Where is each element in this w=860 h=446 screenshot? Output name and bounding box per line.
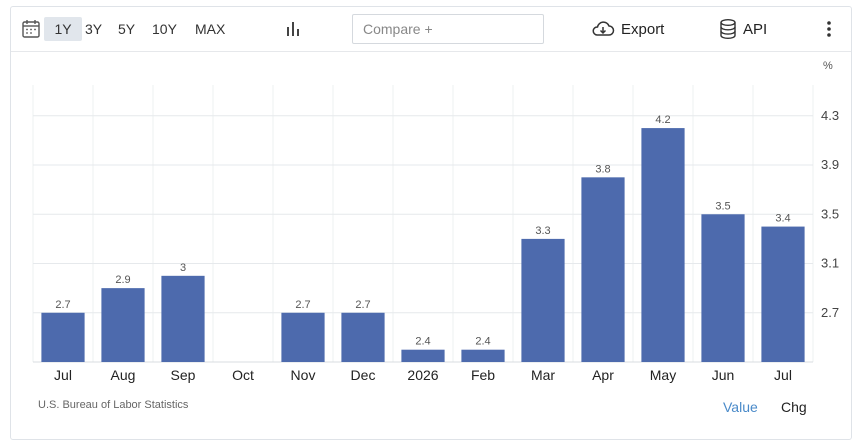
bar xyxy=(761,226,805,362)
bar xyxy=(641,128,685,362)
bar xyxy=(161,275,205,362)
y-tick-label: 3.1 xyxy=(821,256,839,271)
bar-value-label: 3.8 xyxy=(595,163,610,175)
bar-value-label: 2.9 xyxy=(115,274,130,286)
bar-value-label: 3 xyxy=(180,262,186,274)
bar-value-label: 3.5 xyxy=(715,200,730,212)
bar xyxy=(281,312,325,362)
x-tick-label: Sep xyxy=(171,367,196,383)
bar-value-label: 2.7 xyxy=(55,299,70,311)
bar xyxy=(581,177,625,362)
x-tick-label: Jun xyxy=(712,367,735,383)
source-attribution: U.S. Bureau of Labor Statistics xyxy=(38,399,189,411)
y-tick-label: 2.7 xyxy=(821,305,839,320)
chart-widget: 1Y 3Y 5Y 10Y MAX Compare + Export API % … xyxy=(10,6,852,440)
x-tick-label: Nov xyxy=(291,367,316,383)
bar xyxy=(41,312,85,362)
bar-value-label: 3.4 xyxy=(775,213,790,225)
chg-toggle[interactable]: Chg xyxy=(781,399,807,415)
x-tick-label: Apr xyxy=(592,367,614,383)
bar xyxy=(521,238,565,362)
x-tick-label: Oct xyxy=(232,367,254,383)
x-tick-label: Mar xyxy=(531,367,555,383)
bar xyxy=(401,349,445,362)
bar-value-label: 2.4 xyxy=(415,336,430,348)
bar-value-label: 3.3 xyxy=(535,225,550,237)
y-tick-label: 4.3 xyxy=(821,108,839,123)
bar xyxy=(461,349,505,362)
bar-value-label: 2.7 xyxy=(355,299,370,311)
bar xyxy=(341,312,385,362)
bar-value-label: 2.4 xyxy=(475,336,490,348)
y-tick-label: 3.5 xyxy=(821,206,839,221)
x-tick-label: Feb xyxy=(471,367,495,383)
bar-value-label: 4.2 xyxy=(655,114,670,126)
x-tick-label: Jul xyxy=(774,367,792,383)
bar-chart: 2.7 3.1 3.5 3.9 4.3 2.7 Jul 2.9 Aug 3 Sep Oct 2.7 Nov… xyxy=(32,85,839,383)
x-tick-label: Jul xyxy=(54,367,72,383)
bar-value-label: 2.7 xyxy=(295,299,310,311)
x-tick-label: Aug xyxy=(111,367,136,383)
y-tick-label: 3.9 xyxy=(821,157,839,172)
bar xyxy=(101,288,145,362)
x-tick-label: May xyxy=(650,367,676,383)
value-toggle[interactable]: Value xyxy=(723,399,758,415)
bar xyxy=(701,214,745,362)
x-tick-label: Dec xyxy=(351,367,376,383)
x-tick-label: 2026 xyxy=(407,367,438,383)
